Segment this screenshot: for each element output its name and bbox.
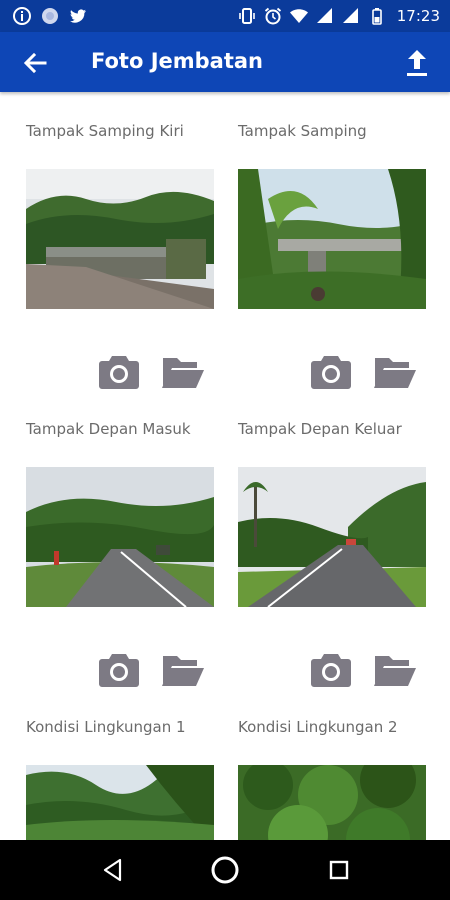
photo-card: Tampak Depan Masuk [26,420,214,710]
photo-card: Kondisi Lingkungan 2 [238,718,426,840]
folder-button[interactable] [160,648,206,690]
photo-card: Tampak Samping [238,122,426,412]
folder-open-icon [162,358,204,388]
folder-button[interactable] [372,648,418,690]
nav-recents-button[interactable] [328,859,350,881]
status-bar: 17:23 [0,0,450,32]
photo-actions [308,350,418,392]
system-nav-bar [0,840,450,900]
folder-open-icon [162,656,204,686]
square-recents-icon [329,860,349,880]
twitter-icon [68,6,88,26]
photo-grid: Tampak Samping Kiri Tampak Samping Tampa… [0,92,450,840]
photo-label: Tampak Depan Keluar [238,420,402,438]
status-time: 17:23 [396,7,440,25]
photo-label: Tampak Samping Kiri [26,122,184,140]
nav-home-button[interactable] [210,855,240,885]
camera-icon [99,654,139,687]
alarm-icon [263,6,283,26]
photo-actions [308,648,418,690]
photo-card: Kondisi Lingkungan 1 [26,718,214,840]
photo-actions [96,648,206,690]
photo-label: Tampak Samping [238,122,367,140]
status-right-icons: 17:23 [237,6,440,26]
folder-button[interactable] [160,350,206,392]
photo-card: Tampak Samping Kiri [26,122,214,412]
photo-thumbnail[interactable] [26,467,214,607]
upload-icon [407,50,427,76]
photo-actions [96,350,206,392]
camera-icon [311,356,351,389]
camera-icon [99,356,139,389]
folder-open-icon [374,358,416,388]
photo-thumbnail[interactable] [238,467,426,607]
upload-button[interactable] [402,46,432,80]
photo-label: Kondisi Lingkungan 1 [26,718,186,736]
photo-label: Tampak Depan Masuk [26,420,191,438]
battery-icon [367,6,387,26]
photo-thumbnail[interactable] [26,169,214,309]
back-button[interactable] [20,48,50,78]
photo-thumbnail[interactable] [238,169,426,309]
vibrate-icon [237,6,257,26]
wifi-icon [289,6,309,26]
photo-card: Tampak Depan Keluar [238,420,426,710]
app-bar: Foto Jembatan [0,32,450,92]
page-title: Foto Jembatan [91,49,263,73]
info-icon [12,6,32,26]
circle-app-icon [40,6,60,26]
photo-thumbnail[interactable] [238,765,426,840]
camera-button[interactable] [308,350,354,392]
nav-back-button[interactable] [100,857,126,883]
signal-icon [341,6,361,26]
camera-icon [311,654,351,687]
status-left-icons [12,6,88,26]
folder-open-icon [374,656,416,686]
circle-home-icon [211,856,239,884]
camera-button[interactable] [308,648,354,690]
camera-button[interactable] [96,350,142,392]
camera-button[interactable] [96,648,142,690]
triangle-back-icon [103,858,122,882]
folder-button[interactable] [372,350,418,392]
photo-label: Kondisi Lingkungan 2 [238,718,398,736]
signal-icon [315,6,335,26]
photo-thumbnail[interactable] [26,765,214,840]
arrow-left-icon [23,52,47,74]
